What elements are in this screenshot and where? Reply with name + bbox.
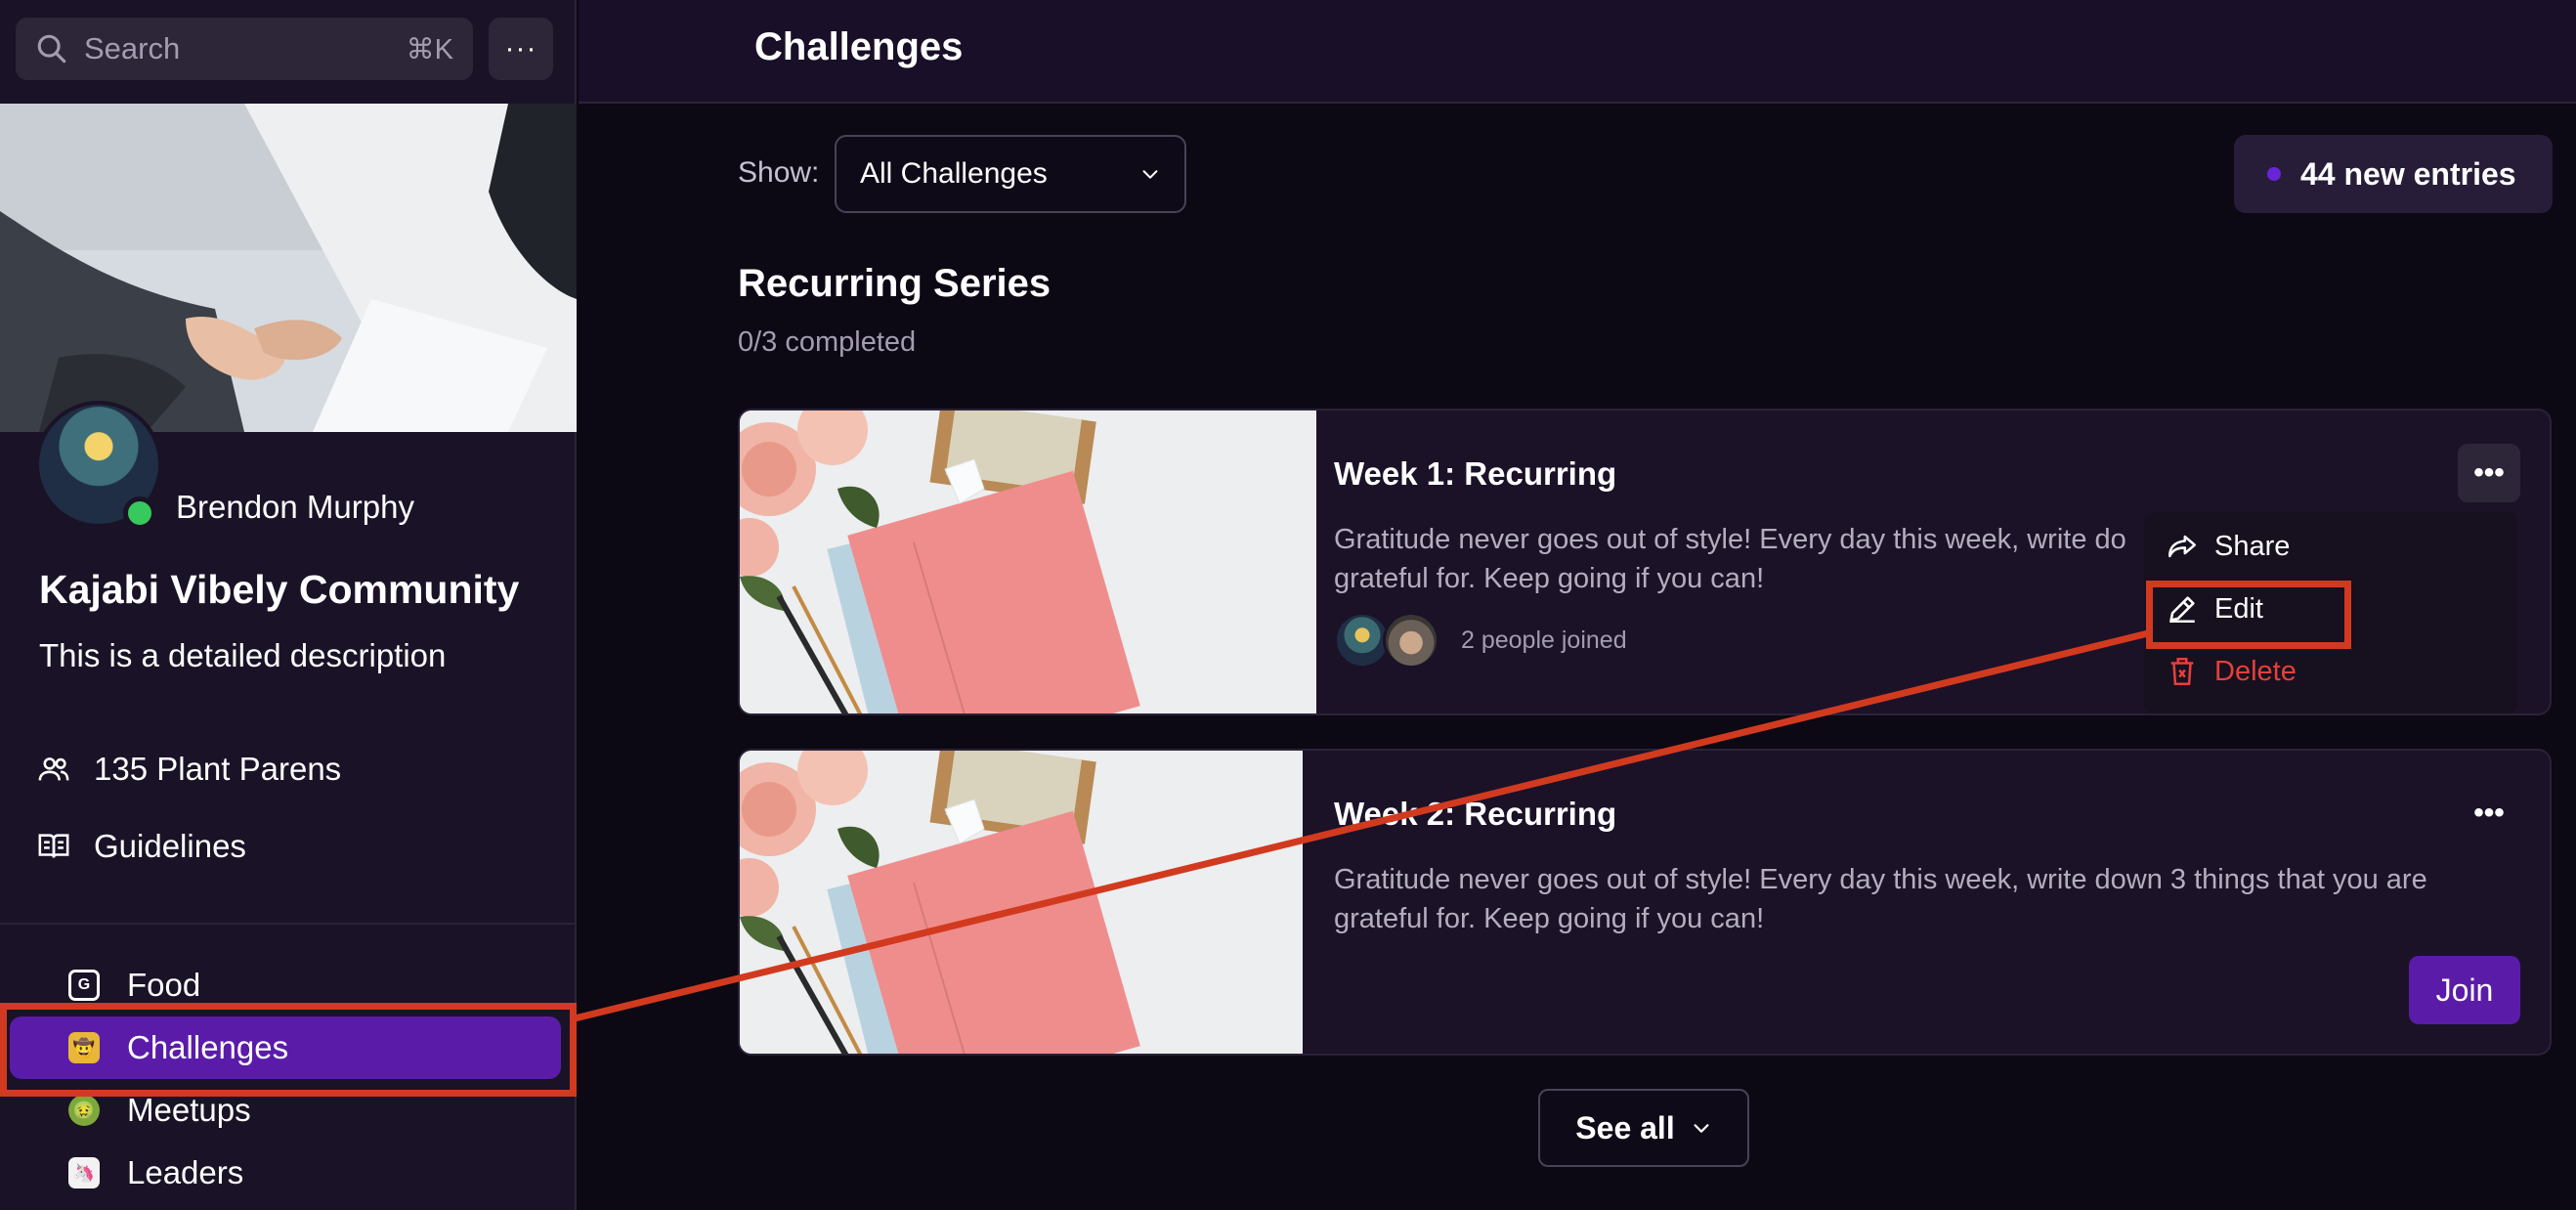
community-cover-image [0, 104, 577, 432]
menu-item-share[interactable]: Share [2166, 530, 2290, 563]
joined-count: 2 people joined [1461, 626, 1627, 654]
new-entries-button[interactable]: 44 new entries [2234, 135, 2553, 213]
card-more-button[interactable]: ••• [2458, 784, 2520, 843]
page-title: Challenges [754, 25, 964, 68]
search-input[interactable]: Search ⌘K [16, 18, 473, 80]
sidebar-item-leaders[interactable]: 🦄 Leaders [10, 1142, 561, 1204]
menu-item-label: Delete [2214, 655, 2297, 687]
book-icon [38, 834, 69, 858]
chevron-down-icon [1694, 1124, 1709, 1133]
chevron-down-icon [1142, 170, 1158, 179]
series-title: Recurring Series [738, 262, 1052, 305]
joined-members: 2 people joined [1334, 612, 1627, 669]
challenge-description-line: grateful for. Keep going if you can! [1334, 563, 1765, 594]
series-progress: 0/3 completed [738, 326, 917, 358]
challenge-description-line: Gratitude never goes out of style! Every… [1334, 864, 2427, 895]
search-placeholder: Search [84, 31, 181, 65]
new-entries-label: 44 new entries [2300, 155, 2516, 192]
challenge-card[interactable]: Week 2: Recurring Gratitude never goes o… [738, 749, 2552, 1056]
sidebar-item-meetups[interactable]: 🤢 Meetups [10, 1079, 561, 1142]
card-context-menu: Share Edit Delete [2144, 512, 2517, 713]
sidebar-item-challenges[interactable]: 🤠 Challenges [10, 1016, 561, 1079]
sidebar-item-label: Leaders [127, 1154, 244, 1190]
share-icon [2168, 535, 2197, 558]
guidelines-link[interactable]: Guidelines [37, 828, 246, 865]
search-icon [37, 34, 66, 64]
challenge-filter-value: All Challenges [860, 157, 1048, 190]
challenge-description-line: grateful for. Keep going if you can! [1334, 903, 1765, 934]
see-all-button[interactable]: See all [1538, 1089, 1749, 1167]
new-entries-dot [2267, 167, 2281, 181]
profile-name[interactable]: Brendon Murphy [176, 489, 414, 526]
challenge-description-line: Gratitude never goes out of style! Every… [1334, 524, 2126, 555]
guidelines-link-label: Guidelines [94, 828, 246, 864]
online-status-indicator [123, 497, 156, 530]
users-icon [38, 757, 69, 781]
food-icon: G [68, 970, 100, 1001]
trash-icon [2170, 657, 2194, 686]
challenge-description: Gratitude never goes out of style! Every… [1334, 860, 2427, 938]
leaders-icon: 🦄 [68, 1157, 100, 1188]
menu-item-delete[interactable]: Delete [2166, 655, 2297, 688]
page-header: Challenges [579, 0, 2576, 104]
members-link-label: 135 Plant Parens [94, 751, 342, 787]
sidebar-item-label: Food [127, 967, 201, 1003]
challenge-title[interactable]: Week 1: Recurring [1334, 455, 1616, 493]
sidebar-item-food[interactable]: G Food [10, 954, 561, 1016]
sidebar: Search ⌘K ··· Brendon Murphy Kajabi Vibe… [0, 0, 577, 1210]
members-link[interactable]: 135 Plant Parens [37, 751, 341, 788]
member-avatar [1383, 612, 1439, 669]
search-shortcut: ⌘K [406, 33, 453, 65]
pencil-icon [2169, 596, 2195, 624]
join-button[interactable]: Join [2409, 956, 2520, 1024]
challenge-thumbnail [740, 411, 1316, 713]
challenge-filter-select[interactable]: All Challenges [835, 135, 1186, 213]
challenge-title[interactable]: Week 2: Recurring [1334, 796, 1616, 833]
challenge-thumbnail [740, 751, 1303, 1054]
more-options-button[interactable]: ··· [489, 18, 553, 80]
menu-item-label: Edit [2214, 592, 2263, 625]
sidebar-item-label: Challenges [127, 1029, 289, 1065]
meetups-icon: 🤢 [68, 1095, 100, 1126]
card-more-button[interactable]: ••• [2458, 444, 2520, 502]
menu-item-label: Share [2214, 530, 2291, 562]
challenges-icon: 🤠 [68, 1032, 100, 1063]
challenge-description: Gratitude never goes out of style! Every… [1334, 520, 2126, 598]
see-all-label: See all [1575, 1109, 1675, 1145]
community-description: This is a detailed description [39, 637, 447, 673]
sidebar-item-label: Meetups [127, 1092, 251, 1128]
community-title: Kajabi Vibely Community [39, 567, 520, 612]
sidebar-divider [0, 923, 577, 925]
show-filter-label: Show: [738, 156, 820, 189]
menu-item-edit[interactable]: Edit [2166, 592, 2263, 626]
